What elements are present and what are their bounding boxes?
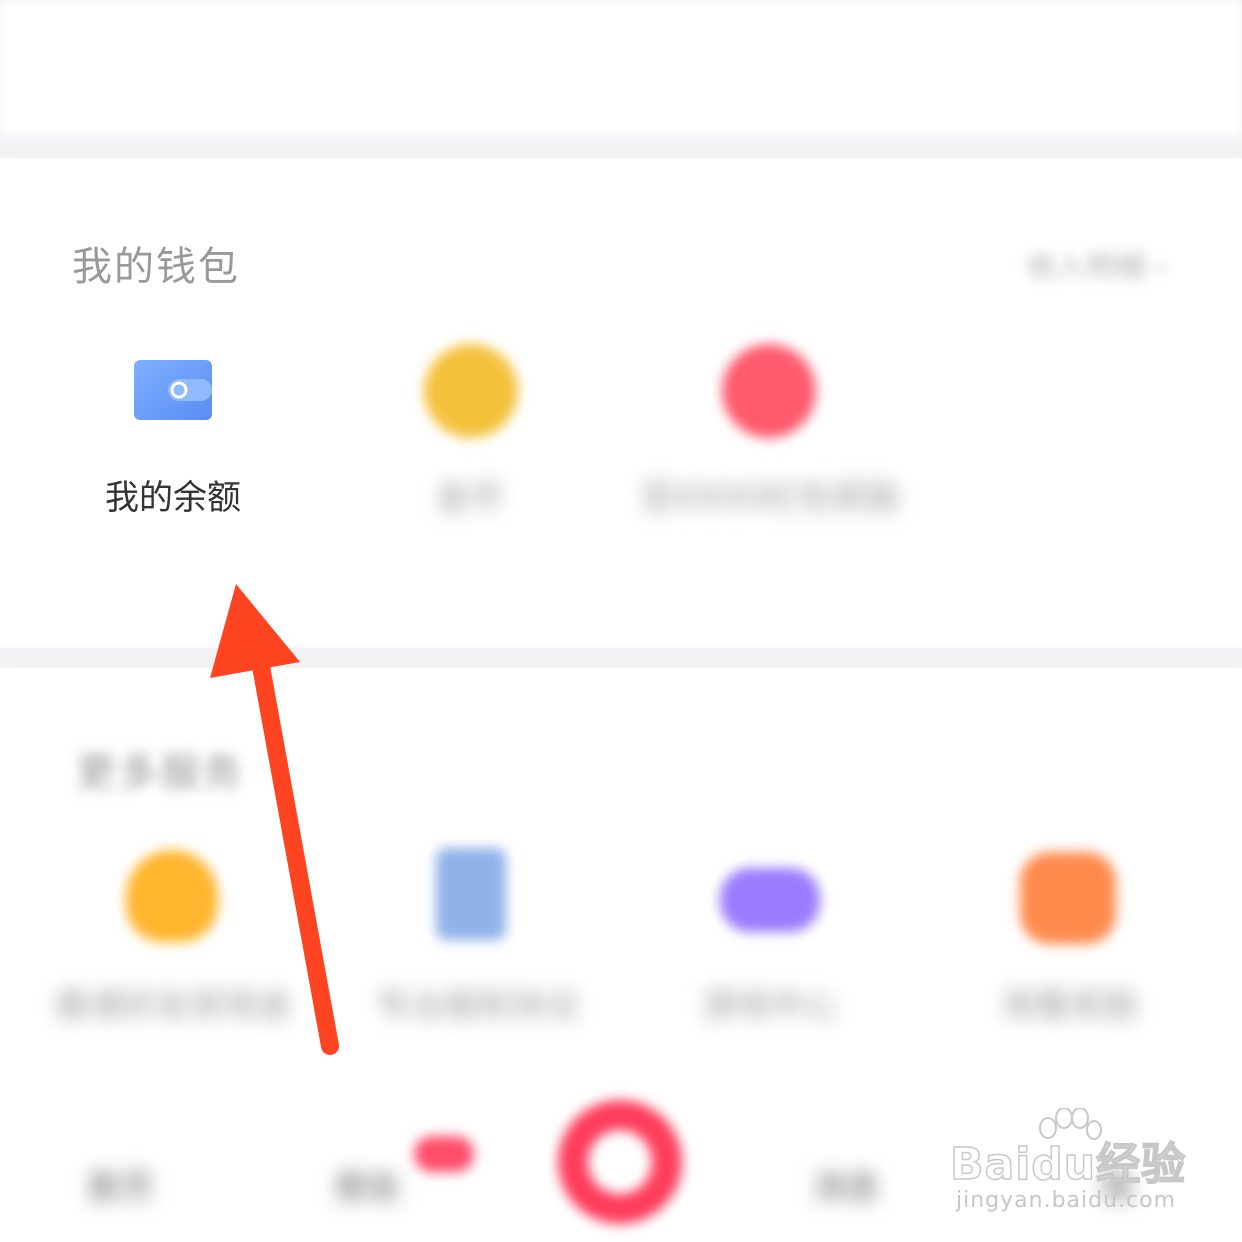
page: 我的钱包 收入明细 › 我的余额 金币 至IOOO红包奖励 更多服务 邀请好友奖… — [0, 0, 1242, 1242]
medal-icon — [126, 850, 218, 942]
create-button[interactable] — [558, 1100, 682, 1224]
red-packet-icon — [722, 344, 816, 438]
profile-header-area — [0, 0, 1242, 138]
wallet-item-balance-label: 我的余额 — [105, 478, 241, 518]
coin-icon — [424, 344, 518, 438]
plus-icon — [588, 1130, 652, 1194]
watermark-brand: Baidu经验 — [949, 1138, 1187, 1191]
wallet-icon — [134, 360, 212, 420]
more-services-title: 更多服务 — [76, 750, 244, 796]
gamepad-icon — [720, 868, 820, 932]
service-item-game-center-label: 游戏中心 — [702, 986, 838, 1026]
document-icon — [436, 848, 506, 940]
chevron-right-icon: › — [1155, 250, 1168, 285]
wallet-section: 我的钱包 收入明细 › 我的余额 金币 至IOOO红包奖励 — [0, 158, 1242, 648]
watermark-url: jingyan.baidu.com — [956, 1188, 1177, 1213]
service-item-reward-label: 观看奖励 — [1002, 986, 1138, 1026]
wallet-item-coins-label: 金币 — [436, 478, 504, 518]
service-item-copyright-label: 专业版权协议 — [376, 986, 580, 1026]
income-detail-link[interactable]: 收入明细 › — [1026, 242, 1168, 286]
section-divider — [0, 648, 1242, 668]
tab-home[interactable]: 首页 — [86, 1160, 154, 1209]
income-detail-label: 收入明细 — [1026, 250, 1146, 285]
gift-box-icon — [1020, 852, 1116, 944]
wallet-item-red-packet-label: 至IOOO红包奖励 — [640, 478, 901, 518]
baidu-jingyan-watermark: Baidu经验 jingyan.baidu.com — [949, 1108, 1200, 1222]
service-item-invite-label: 邀请好友奖现金 — [54, 986, 292, 1026]
wallet-section-title: 我的钱包 — [72, 244, 240, 290]
tab-friends[interactable]: 朋友 — [334, 1160, 402, 1209]
notification-badge — [414, 1136, 474, 1172]
tab-messages[interactable]: 消息 — [812, 1160, 880, 1209]
section-divider — [0, 138, 1242, 158]
